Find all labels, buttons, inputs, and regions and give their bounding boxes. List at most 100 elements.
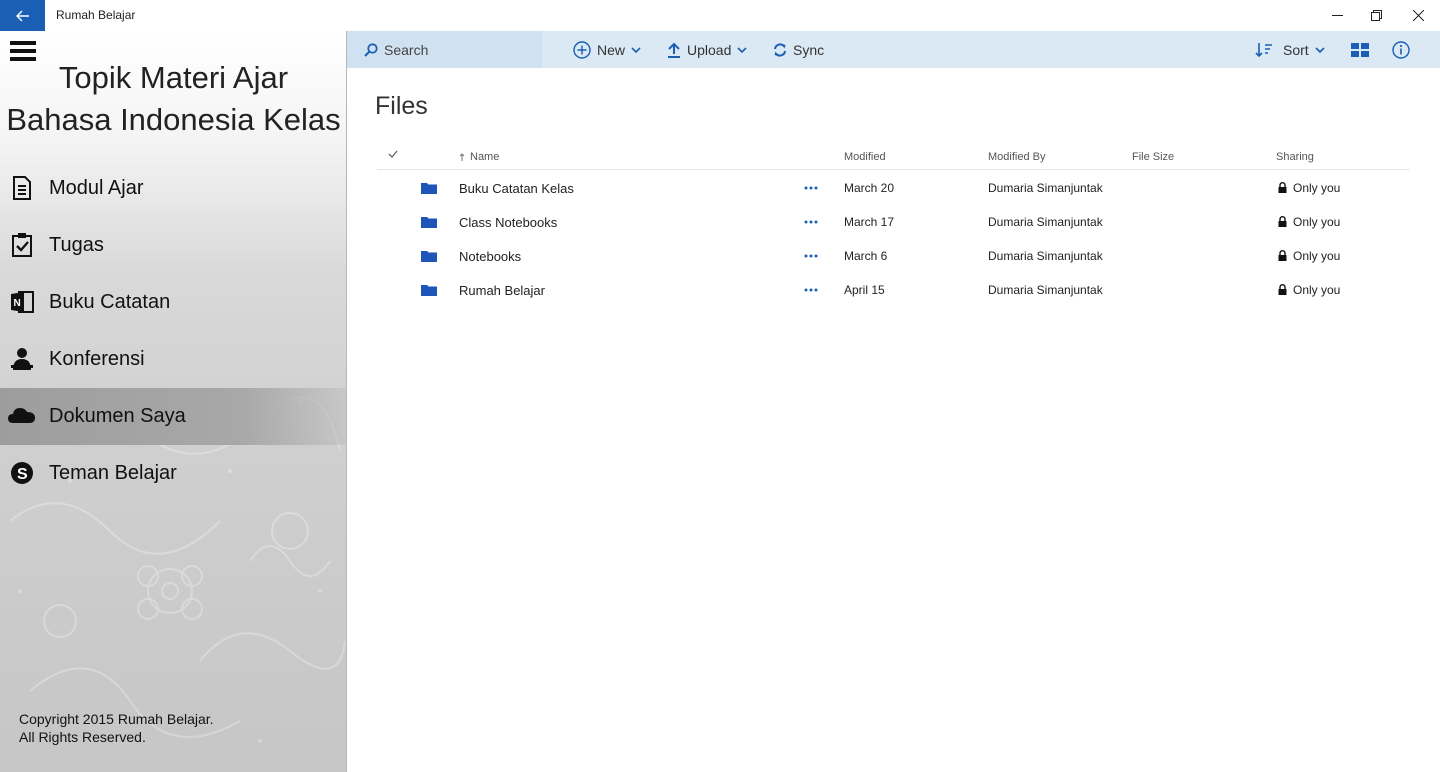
column-header-modified[interactable]: Modified — [844, 151, 886, 163]
file-sharing: Only you — [1293, 283, 1341, 297]
copyright-text: Copyright 2015 Rumah Belajar. All Rights… — [19, 710, 319, 746]
more-options-icon[interactable] — [803, 283, 819, 297]
search-label: Search — [384, 41, 429, 58]
sidebar-item-label: Buku Catatan — [49, 291, 171, 313]
lock-icon — [1278, 250, 1287, 261]
upload-button[interactable]: Upload — [667, 31, 747, 68]
sidebar-item-tugas[interactable]: Tugas — [0, 217, 346, 274]
column-header-name[interactable]: Name — [470, 151, 499, 163]
view-toggle-button[interactable] — [1351, 31, 1369, 68]
svg-text:N: N — [14, 298, 21, 309]
sidebar-item-konferensi[interactable]: Konferensi — [0, 331, 346, 388]
info-button[interactable] — [1392, 31, 1410, 68]
table-row[interactable]: Notebooks March 6 Dumaria Simanjuntak On… — [377, 239, 1410, 273]
new-button[interactable]: New — [573, 31, 641, 68]
file-modified: March 17 — [844, 215, 895, 229]
file-name[interactable]: Rumah Belajar — [459, 283, 545, 298]
sidebar-item-label: Teman Belajar — [49, 462, 177, 484]
new-label: New — [597, 41, 626, 58]
sidebar-item-modul-ajar[interactable]: Modul Ajar — [0, 160, 346, 217]
file-sharing: Only you — [1293, 181, 1341, 195]
sidebar-item-buku-catatan[interactable]: N Buku Catatan — [0, 274, 346, 331]
minimize-icon — [1331, 15, 1343, 16]
file-modified: April 15 — [844, 283, 885, 297]
column-header-modified-by[interactable]: Modified By — [988, 151, 1045, 163]
file-sharing: Only you — [1293, 215, 1341, 229]
sidebar-item-label: Tugas — [49, 234, 104, 256]
file-modified-by: Dumaria Simanjuntak — [988, 283, 1103, 297]
command-bar: Search New Upload Sync Sort — [347, 31, 1440, 68]
copyright-line-1: Copyright 2015 Rumah Belajar. — [19, 711, 214, 727]
file-modified: March 6 — [844, 249, 888, 263]
sync-label: Sync — [793, 41, 825, 58]
select-all-checkmark-icon[interactable] — [388, 150, 398, 158]
upload-label: Upload — [687, 41, 732, 58]
upload-icon — [668, 42, 680, 58]
sidebar-title: Topik Materi Ajar Bahasa Indonesia Kelas — [0, 57, 346, 141]
sort-ascending-arrow-icon — [459, 153, 465, 161]
file-modified: March 20 — [844, 181, 895, 195]
onenote-icon: N — [11, 291, 34, 313]
folder-icon — [421, 217, 437, 228]
lock-icon — [1278, 284, 1287, 295]
folder-icon — [421, 183, 437, 194]
sidebar-nav: Modul Ajar Tugas N Buku Catatan Konferen… — [0, 160, 346, 502]
file-name[interactable]: Buku Catatan Kelas — [459, 181, 574, 196]
close-icon — [1412, 10, 1424, 21]
clipboard-check-icon — [12, 233, 32, 257]
cloud-icon — [8, 408, 35, 423]
sync-button[interactable]: Sync — [773, 31, 824, 68]
chevron-down-icon — [737, 46, 747, 53]
skype-icon: S — [11, 462, 33, 484]
tiles-view-icon — [1351, 42, 1369, 57]
sidebar-title-line-1: Topik Materi Ajar — [58, 60, 289, 95]
search-box[interactable]: Search — [347, 31, 542, 68]
sort-icon — [1255, 42, 1272, 57]
file-sharing: Only you — [1293, 249, 1341, 263]
file-name[interactable]: Notebooks — [459, 249, 521, 264]
file-name[interactable]: Class Notebooks — [459, 215, 557, 230]
table-row[interactable]: Class Notebooks March 17 Dumaria Simanju… — [377, 205, 1410, 239]
back-button[interactable] — [0, 0, 45, 31]
more-options-icon[interactable] — [803, 181, 819, 195]
back-arrow-icon — [15, 10, 29, 21]
sidebar-item-label: Dokumen Saya — [49, 405, 186, 427]
sidebar: Topik Materi Ajar Bahasa Indonesia Kelas… — [0, 31, 347, 772]
sort-button[interactable]: Sort — [1255, 31, 1325, 68]
sort-label: Sort — [1283, 41, 1309, 58]
close-button[interactable] — [1396, 0, 1440, 31]
table-row[interactable]: Buku Catatan Kelas March 20 Dumaria Sima… — [377, 171, 1410, 205]
column-header-sharing[interactable]: Sharing — [1276, 151, 1314, 163]
folder-icon — [421, 285, 437, 296]
page-title: Files — [375, 92, 428, 120]
lock-icon — [1278, 216, 1287, 227]
restore-button[interactable] — [1354, 0, 1398, 31]
add-circle-icon — [573, 40, 591, 59]
more-options-icon[interactable] — [803, 249, 819, 263]
restore-icon — [1370, 10, 1382, 21]
file-modified-by: Dumaria Simanjuntak — [988, 249, 1103, 263]
table-row[interactable]: Rumah Belajar April 15 Dumaria Simanjunt… — [377, 273, 1410, 307]
lock-icon — [1278, 182, 1287, 193]
sidebar-item-teman-belajar[interactable]: S Teman Belajar — [0, 445, 346, 502]
sidebar-title-line-2: Bahasa Indonesia Kelas — [6, 102, 341, 137]
chevron-down-icon — [631, 46, 641, 53]
copyright-line-2: All Rights Reserved. — [19, 729, 146, 745]
column-header-file-size[interactable]: File Size — [1132, 151, 1174, 163]
sidebar-item-label: Konferensi — [49, 348, 145, 370]
title-bar: Rumah Belajar — [0, 0, 1440, 31]
sync-icon — [774, 42, 786, 57]
info-icon — [1392, 40, 1410, 59]
minimize-button[interactable] — [1315, 0, 1359, 31]
sidebar-item-label: Modul Ajar — [49, 177, 144, 199]
search-icon — [364, 42, 378, 57]
sidebar-item-dokumen-saya[interactable]: Dokumen Saya — [0, 388, 346, 445]
more-options-icon[interactable] — [803, 215, 819, 229]
file-modified-by: Dumaria Simanjuntak — [988, 215, 1103, 229]
document-icon — [13, 176, 31, 200]
svg-text:S: S — [17, 466, 28, 483]
presenter-icon — [11, 348, 33, 370]
app-title: Rumah Belajar — [56, 8, 136, 22]
file-list-header: Name Modified Modified By File Size Shar… — [377, 146, 1410, 170]
folder-icon — [421, 251, 437, 262]
